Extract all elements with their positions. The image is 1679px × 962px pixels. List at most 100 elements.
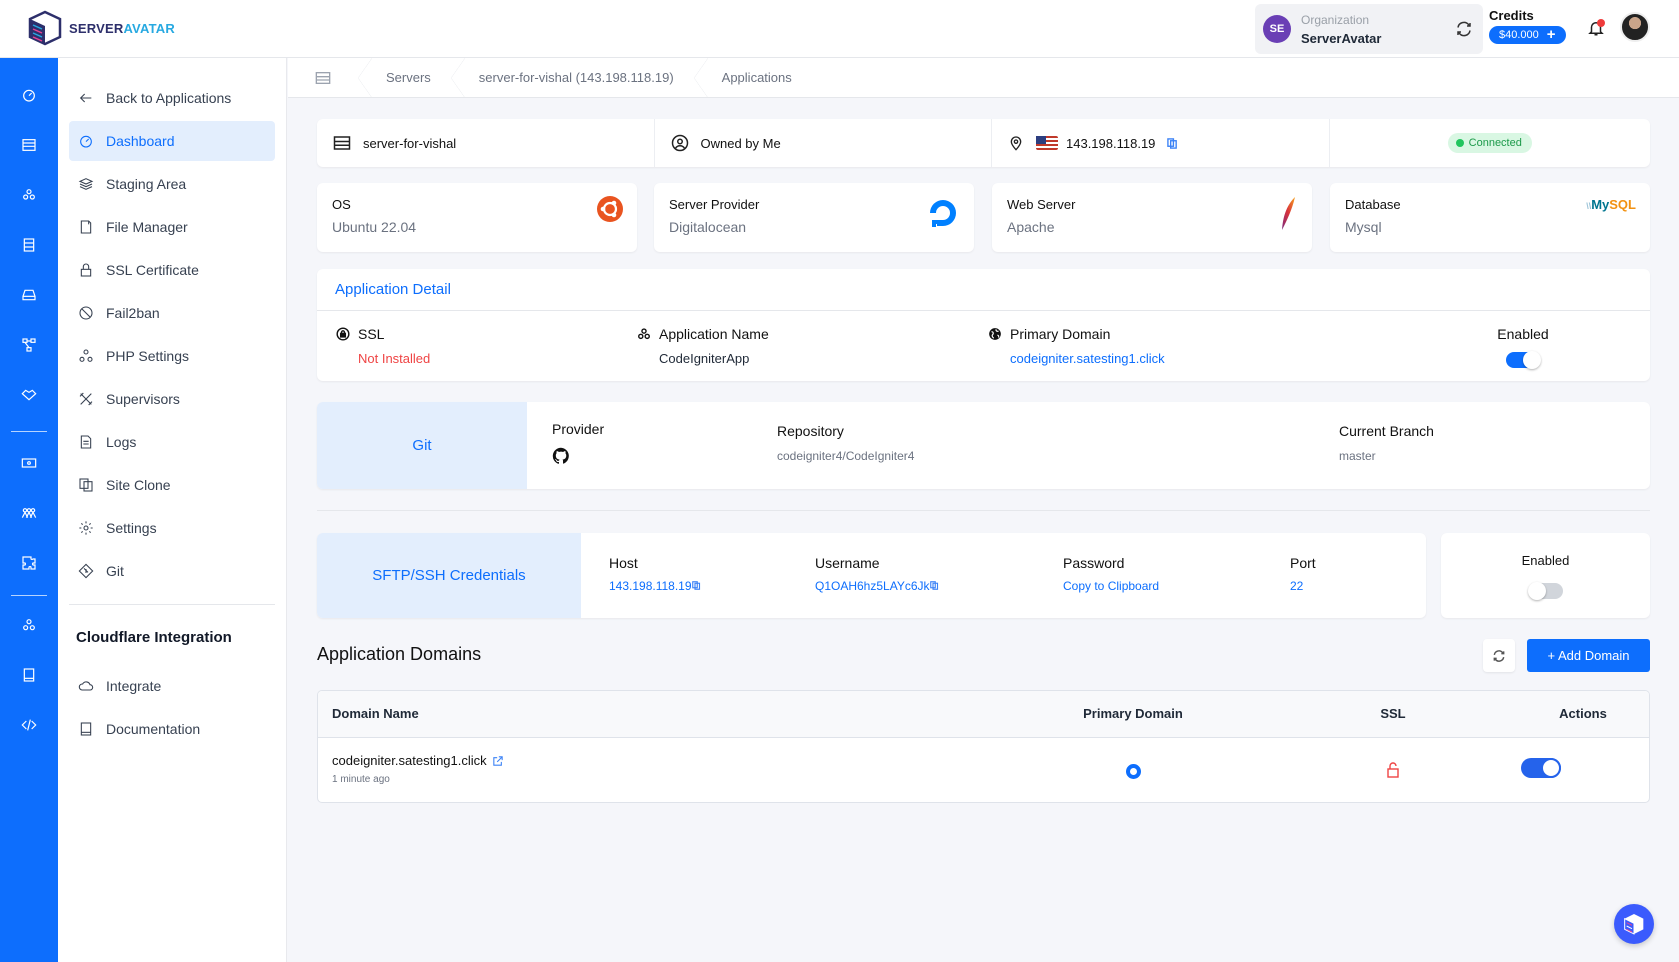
stat-label: Server Provider (669, 197, 760, 212)
nav-label: SSL Certificate (106, 262, 199, 278)
serveravatar-logo[interactable]: SERVERAVATAR (27, 10, 175, 46)
rail-integrations[interactable] (19, 553, 39, 573)
enabled-label: Enabled (1497, 326, 1549, 342)
switch-refresh-icon[interactable] (1455, 20, 1473, 38)
rail-network[interactable] (19, 335, 39, 355)
app-name-value: CodeIgniterApp (659, 351, 750, 366)
sidebar-item-dashboard[interactable]: Dashboard (69, 121, 275, 161)
rail-handshake[interactable] (19, 385, 39, 405)
back-to-applications-link[interactable]: Back to Applications (69, 78, 275, 118)
branch-label: Current Branch (1339, 423, 1434, 439)
top-bar: SERVERAVATAR SE Organization ServerAvata… (0, 0, 1679, 58)
column-ssl: SSL (1380, 706, 1406, 721)
rail-servers[interactable] (19, 135, 39, 155)
toggle-knob (1523, 351, 1541, 369)
credits-widget: Credits $40.000 + (1489, 8, 1566, 44)
sftp-host: Host 143.198.118.19 (609, 555, 701, 593)
rail-storage[interactable] (19, 285, 39, 305)
server-provider-card: Server Provider Digitalocean (654, 183, 974, 252)
server-info-bar: server-for-vishal Owned by Me 143.198.11… (317, 119, 1650, 167)
refresh-domains-button[interactable] (1483, 639, 1515, 672)
sftp-password: Password Copy to Clipboard (1063, 555, 1159, 593)
copy-password-link[interactable]: Copy to Clipboard (1063, 579, 1159, 593)
breadcrumb-servers[interactable]: Servers (358, 57, 451, 98)
cloudflare-section-title: Cloudflare Integration (76, 629, 232, 646)
sidebar-item-staging-area[interactable]: Staging Area (69, 164, 275, 204)
add-domain-button[interactable]: + Add Domain (1527, 639, 1650, 672)
nav-divider (69, 604, 275, 605)
rail-docs[interactable] (19, 665, 39, 685)
port-value: 22 (1290, 579, 1304, 593)
port-label: Port (1290, 555, 1316, 571)
unlocked-ssl-icon[interactable] (1386, 762, 1400, 778)
organization-switcher[interactable]: SE Organization ServerAvatar (1255, 4, 1483, 54)
primary-domain-radio[interactable] (1126, 764, 1141, 779)
table-row: codeigniter.satesting1.click 1 minute ag… (318, 738, 1649, 802)
copy-icon[interactable] (929, 581, 939, 590)
ban-icon (79, 306, 93, 320)
globe-icon (989, 328, 1001, 340)
stat-value: Digitalocean (669, 219, 747, 235)
add-credits-button[interactable]: $40.000 + (1489, 26, 1566, 44)
copy-icon[interactable] (1167, 137, 1178, 149)
breadcrumb-applications[interactable]: Applications (693, 57, 812, 98)
book-icon (23, 668, 35, 682)
domain-enabled-toggle[interactable] (1521, 758, 1561, 778)
sidebar-item-ssl-certificate[interactable]: SSL Certificate (69, 250, 275, 290)
rail-team[interactable] (19, 503, 39, 523)
stat-label: OS (332, 197, 351, 212)
git-tab[interactable]: Git (317, 402, 527, 489)
clone-icon (79, 478, 93, 492)
sftp-tab[interactable]: SFTP/SSH Credentials (317, 533, 581, 618)
code-icon (21, 719, 37, 731)
sidebar-item-fail2ban[interactable]: Fail2ban (69, 293, 275, 333)
sidebar-item-git[interactable]: Git (69, 551, 275, 591)
rail-dashboard[interactable] (19, 85, 39, 105)
serveravatar-cube-icon (1624, 914, 1644, 935)
rail-billing[interactable] (19, 453, 39, 473)
username-label: Username (815, 555, 880, 571)
arrow-left-icon (79, 93, 92, 103)
applications-icon (23, 189, 35, 200)
external-link-icon[interactable] (492, 755, 503, 766)
database-icon (23, 238, 35, 252)
sidebar-item-integrate[interactable]: Integrate (69, 666, 275, 706)
plus-icon: + (1546, 26, 1556, 43)
server-name-cell: server-for-vishal (317, 119, 655, 167)
breadcrumb-server[interactable]: server-for-vishal (143.198.118.19) (450, 57, 694, 98)
nav-label: Fail2ban (106, 305, 160, 321)
rail-applications[interactable] (19, 185, 39, 205)
primary-domain-link[interactable]: codeigniter.satesting1.click (1010, 351, 1165, 366)
sidebar-item-supervisors[interactable]: Supervisors (69, 379, 275, 419)
column-primary-domain: Primary Domain (1083, 706, 1183, 721)
host-value: 143.198.118.19 (609, 579, 692, 593)
support-chat-button[interactable] (1614, 904, 1654, 944)
nav-label: Settings (106, 520, 157, 536)
sidebar-item-php-settings[interactable]: PHP Settings (69, 336, 275, 376)
status-text: Connected (1468, 137, 1522, 149)
ssl-lock-icon (336, 327, 350, 341)
username-value-copy[interactable]: Q1OAH6hz5LAYc6Jk (815, 579, 939, 593)
application-enabled-toggle[interactable] (1506, 351, 1541, 369)
ownership-cell: Owned by Me (655, 119, 992, 167)
sidebar-item-documentation[interactable]: Documentation (69, 709, 275, 749)
domain-added-time: 1 minute ago (332, 774, 390, 785)
rail-apps[interactable] (19, 615, 39, 635)
breadcrumb-home[interactable] (288, 58, 358, 98)
toggle-knob (1541, 758, 1561, 778)
host-value-copy[interactable]: 143.198.118.19 (609, 579, 701, 593)
user-avatar[interactable] (1620, 12, 1650, 42)
sidebar-item-site-clone[interactable]: Site Clone (69, 465, 275, 505)
sftp-enabled-toggle[interactable] (1528, 582, 1563, 600)
sidebar-item-settings[interactable]: Settings (69, 508, 275, 548)
rail-database[interactable] (19, 235, 39, 255)
copy-icon[interactable] (691, 581, 701, 590)
rail-api[interactable] (19, 715, 39, 735)
sidebar-item-logs[interactable]: Logs (69, 422, 275, 462)
nav-label: PHP Settings (106, 348, 190, 364)
sidebar-item-file-manager[interactable]: File Manager (69, 207, 275, 247)
brand-name: SERVERAVATAR (69, 20, 175, 36)
billing-icon (21, 458, 37, 468)
applications-icon (638, 328, 650, 340)
ip-cell: 143.198.118.19 (992, 119, 1330, 167)
